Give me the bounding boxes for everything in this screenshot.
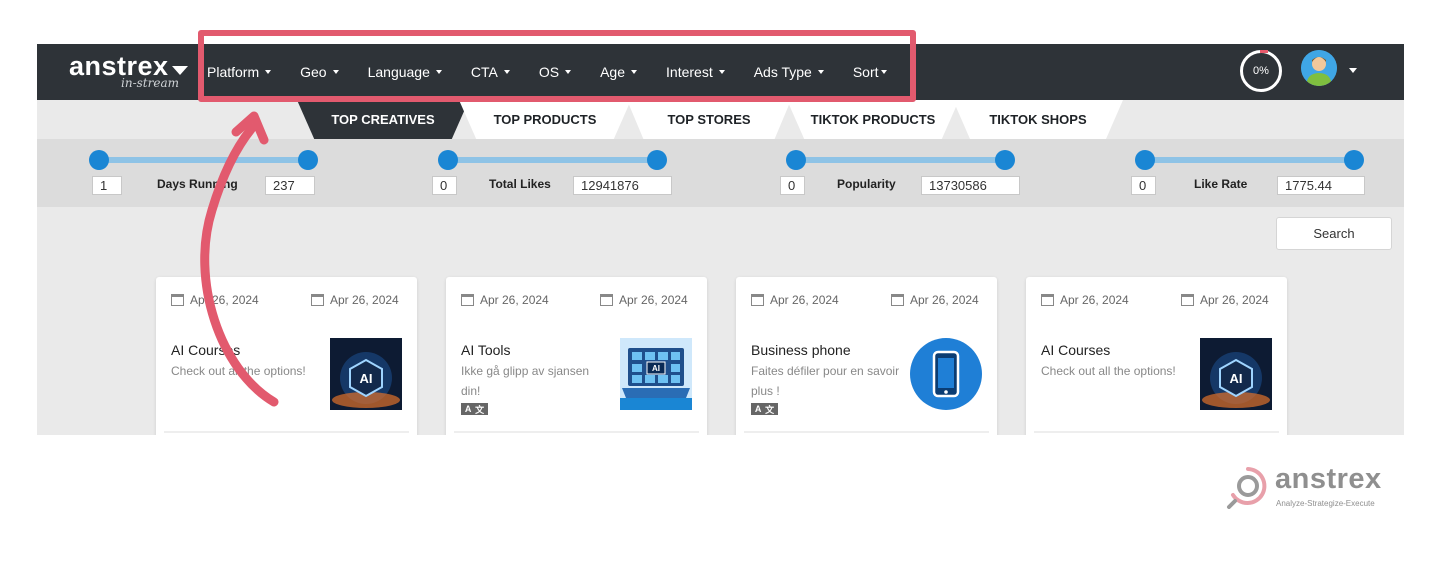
- end-date: Apr 26, 2024: [311, 293, 399, 307]
- watermark-logo: anstrex Analyze-Strategize-Execute: [1225, 463, 1405, 511]
- search-button[interactable]: Search: [1276, 217, 1392, 250]
- filter-like-rate: 0 Like Rate 1775.44: [1083, 139, 1365, 207]
- card-text: Check out all the options!: [1041, 364, 1176, 378]
- min-input[interactable]: 0: [780, 176, 805, 195]
- slider-track[interactable]: [1145, 157, 1355, 163]
- calendar-icon: [600, 294, 613, 306]
- logo-subtitle: in-stream: [121, 76, 179, 90]
- filter-label: Popularity: [837, 177, 896, 191]
- card-text: Ikke gå glipp av sjansen din!: [461, 364, 590, 398]
- avatar[interactable]: [1301, 50, 1337, 86]
- translate-icon: A文: [461, 403, 488, 415]
- max-input[interactable]: 12941876: [573, 176, 672, 195]
- calendar-icon: [1041, 294, 1054, 306]
- slider-min-handle[interactable]: [1135, 150, 1155, 170]
- slider-max-handle[interactable]: [647, 150, 667, 170]
- slider-max-handle[interactable]: [298, 150, 318, 170]
- ai-chip-thumbnail: AI: [1200, 338, 1272, 410]
- watermark-tagline: Analyze-Strategize-Execute: [1276, 499, 1375, 508]
- filter-label: Total Likes: [489, 177, 551, 191]
- slider-max-handle[interactable]: [995, 150, 1015, 170]
- watermark-name: anstrex: [1275, 463, 1382, 495]
- tab-top-stores[interactable]: TOP STORES: [627, 100, 791, 139]
- start-date: Apr 26, 2024: [751, 293, 839, 307]
- slider-track[interactable]: [796, 157, 1006, 163]
- min-input[interactable]: 0: [432, 176, 457, 195]
- max-input[interactable]: 1775.44: [1277, 176, 1365, 195]
- filter-popularity: 0 Popularity 13730586: [734, 139, 1020, 207]
- tab-tiktok-products[interactable]: TIKTOK PRODUCTS: [787, 100, 959, 139]
- creative-card[interactable]: Apr 26, 2024 Apr 26, 2024 Business phone…: [736, 277, 997, 435]
- min-input[interactable]: 0: [1131, 176, 1156, 195]
- tab-tiktok-shops[interactable]: TIKTOK SHOPS: [953, 100, 1123, 139]
- calendar-icon: [311, 294, 324, 306]
- card-text: Faites défiler pour en savoir plus !: [751, 364, 900, 398]
- card-title: AI Tools: [461, 342, 511, 358]
- logo-caret-icon: [171, 66, 188, 76]
- user-icon: [1301, 50, 1337, 86]
- calendar-icon: [891, 294, 904, 306]
- svg-text:AI: AI: [652, 364, 660, 373]
- ai-chip-thumbnail: AI: [330, 338, 402, 410]
- slider-min-handle[interactable]: [786, 150, 806, 170]
- end-date: Apr 26, 2024: [891, 293, 979, 307]
- slider-min-handle[interactable]: [89, 150, 109, 170]
- anstrex-logo-icon: [1227, 467, 1267, 509]
- start-date: Apr 26, 2024: [461, 293, 549, 307]
- phone-thumbnail: [910, 338, 982, 410]
- max-input[interactable]: 13730586: [921, 176, 1020, 195]
- ai-laptop-thumbnail: AI: [620, 338, 692, 410]
- min-input[interactable]: 1: [92, 176, 122, 195]
- calendar-icon: [171, 294, 184, 306]
- calendar-icon: [751, 294, 764, 306]
- card-title: Business phone: [751, 342, 851, 358]
- highlight-box: [198, 30, 916, 102]
- tab-top-products[interactable]: TOP PRODUCTS: [459, 100, 631, 139]
- translate-icon: A文: [751, 403, 778, 415]
- slider-max-handle[interactable]: [1344, 150, 1364, 170]
- creative-card[interactable]: Apr 26, 2024 Apr 26, 2024 AI Tools Ikke …: [446, 277, 707, 435]
- svg-text:AI: AI: [1230, 371, 1243, 386]
- logo[interactable]: anstrex in-stream: [69, 52, 188, 90]
- filter-total-likes: 0 Total Likes 12941876: [386, 139, 672, 207]
- end-date: Apr 26, 2024: [1181, 293, 1269, 307]
- account-menu-caret-icon[interactable]: [1349, 68, 1357, 73]
- slider-min-handle[interactable]: [438, 150, 458, 170]
- filter-label: Like Rate: [1194, 177, 1248, 191]
- creative-card[interactable]: Apr 26, 2024 Apr 26, 2024 AI Courses Che…: [1026, 277, 1287, 435]
- end-date: Apr 26, 2024: [600, 293, 688, 307]
- start-date: Apr 26, 2024: [1041, 293, 1129, 307]
- slider-track[interactable]: [448, 157, 658, 163]
- tab-top-creatives[interactable]: TOP CREATIVES: [297, 100, 469, 139]
- card-title: AI Courses: [1041, 342, 1111, 358]
- arrow-annotation-icon: [200, 111, 279, 407]
- calendar-icon: [461, 294, 474, 306]
- calendar-icon: [1181, 294, 1194, 306]
- progress-indicator: 0%: [1240, 50, 1282, 92]
- svg-text:AI: AI: [360, 371, 373, 386]
